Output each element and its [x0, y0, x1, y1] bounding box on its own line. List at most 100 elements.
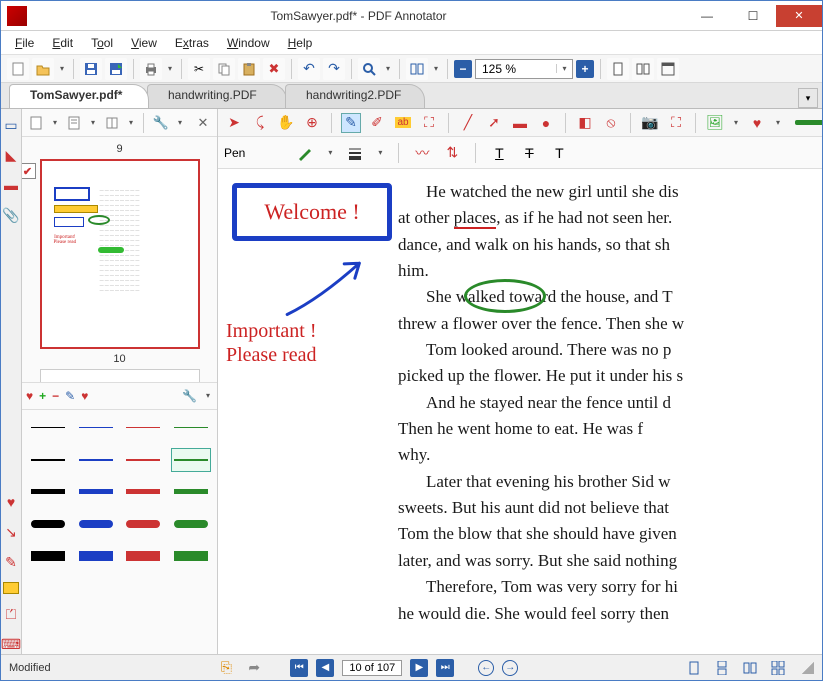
annotation-important-text[interactable]: Important ! Please read [226, 319, 317, 367]
pointer-tool[interactable]: ➤ [224, 113, 244, 133]
single-page-button[interactable] [607, 58, 629, 80]
marker-tool[interactable]: ✐ [367, 113, 387, 133]
pages-tab-icon[interactable]: ▭ [1, 115, 21, 135]
ellipse-tool[interactable]: ● [536, 113, 556, 133]
menu-help[interactable]: Help [280, 34, 321, 52]
minimize-button[interactable] [684, 5, 730, 27]
thumb-settings-dropdown[interactable]: ▾ [175, 118, 185, 127]
view-two-continuous-button[interactable] [768, 658, 788, 678]
text-underline[interactable]: T [489, 143, 509, 163]
nav-forward-button[interactable]: → [502, 660, 518, 676]
fav-settings-button[interactable]: 🔧 [182, 389, 197, 403]
thumbnails-area[interactable]: 9 ✔ Important!Please read — — — — — — — … [22, 137, 217, 382]
book-view-button[interactable] [102, 113, 122, 133]
maximize-button[interactable] [730, 5, 776, 27]
thumb-settings-button[interactable]: 🔧 [151, 113, 171, 133]
fav-med-green[interactable] [171, 448, 211, 472]
book-view-dropdown[interactable]: ▾ [126, 118, 136, 127]
tab-handwriting2[interactable]: handwriting2.PDF [285, 84, 425, 108]
menu-tool[interactable]: Tool [83, 34, 121, 52]
search-button[interactable] [358, 58, 380, 80]
undo-button[interactable]: ↶ [298, 58, 320, 80]
text-tool-icon[interactable]: ⌨ [1, 634, 21, 654]
fav-add-button[interactable]: + [39, 389, 46, 403]
delete-button[interactable]: ✖ [263, 58, 285, 80]
new-doc-button[interactable] [7, 58, 29, 80]
menu-edit[interactable]: Edit [44, 34, 81, 52]
rect-tool[interactable]: ▬ [510, 113, 530, 133]
tab-overflow-button[interactable]: ▾ [798, 88, 818, 108]
line-tool[interactable]: ╱ [458, 113, 478, 133]
prev-page-button[interactable]: ◀ [316, 659, 334, 677]
fav-med-red[interactable] [124, 448, 164, 472]
page-number-input[interactable] [342, 660, 402, 676]
favorites-heart-icon[interactable]: ♥ [1, 492, 21, 512]
page-view[interactable]: Welcome ! Important ! Please read He wat… [218, 169, 822, 654]
fullscreen-button[interactable] [657, 58, 679, 80]
fav-med-blue[interactable] [76, 448, 116, 472]
fav-thin-red[interactable] [124, 416, 164, 440]
redo-button[interactable]: ↷ [323, 58, 345, 80]
select-page-dropdown[interactable]: ▾ [50, 118, 60, 127]
view-continuous-button[interactable] [712, 658, 732, 678]
fav-settings-dropdown[interactable]: ▾ [203, 391, 213, 400]
fav-heart-icon[interactable]: ♥ [26, 389, 33, 403]
pen-width-button[interactable] [345, 143, 365, 163]
export-button[interactable]: ⎘ [216, 658, 236, 678]
image-tool[interactable]: 🖼 [705, 113, 725, 133]
straighten-tool[interactable]: ⇅ [442, 143, 462, 163]
erase-stroke-tool[interactable]: ⦸ [601, 113, 621, 133]
favorite-tool[interactable]: ♥ [747, 113, 767, 133]
pen-color-button[interactable] [295, 143, 315, 163]
fav-thin-black[interactable] [28, 416, 68, 440]
open-button[interactable] [32, 58, 54, 80]
annotation-circle[interactable] [464, 279, 546, 313]
arrow-tool[interactable]: ➚ [484, 113, 504, 133]
stamp-tool[interactable]: ⛶ [419, 113, 439, 133]
select-page-button[interactable] [26, 113, 46, 133]
fav-block-green[interactable] [171, 544, 211, 568]
first-page-button[interactable]: ⏮ [290, 659, 308, 677]
last-page-button[interactable]: ⏭ [436, 659, 454, 677]
annotation-welcome-box[interactable]: Welcome ! [232, 183, 392, 241]
pen-width-dropdown[interactable]: ▾ [375, 148, 385, 157]
page-thumbnail-10[interactable]: ✔ Important!Please read — — — — — — — ——… [40, 159, 200, 349]
menu-file[interactable]: File [7, 34, 42, 52]
fav-thick-green[interactable] [171, 480, 211, 504]
zoom-dropdown[interactable]: ▾ [556, 64, 572, 73]
highlight-tool-icon[interactable] [3, 582, 19, 594]
cut-button[interactable]: ✂ [188, 58, 210, 80]
paste-button[interactable] [238, 58, 260, 80]
insert-page-button[interactable] [64, 113, 84, 133]
fav-round-green[interactable] [171, 512, 211, 536]
close-button[interactable] [776, 5, 822, 27]
zoom-in-button[interactable]: + [576, 60, 594, 78]
curve-tool[interactable]: 〰 [412, 143, 432, 163]
save-button[interactable] [80, 58, 102, 80]
layout-dropdown[interactable]: ▾ [431, 64, 441, 73]
resize-grip[interactable] [802, 662, 814, 674]
fav-round-blue[interactable] [76, 512, 116, 536]
next-page-button[interactable]: ▶ [410, 659, 428, 677]
arrow-tool-icon[interactable]: ↘ [1, 522, 21, 542]
zoom-input[interactable] [476, 60, 556, 78]
fav-remove-button[interactable]: − [52, 389, 59, 403]
crop-tool[interactable]: ⛶ [666, 113, 686, 133]
pen-color-dropdown[interactable]: ▾ [325, 148, 335, 157]
view-two-button[interactable] [740, 658, 760, 678]
eraser-tool[interactable]: ◧ [575, 113, 595, 133]
annotations-tab-icon[interactable]: ▬ [1, 175, 21, 195]
text-highlight-tool[interactable]: ab [393, 113, 413, 133]
fav-block-black[interactable] [28, 544, 68, 568]
tab-handwriting[interactable]: handwriting.PDF [147, 84, 287, 108]
fav-thick-black[interactable] [28, 480, 68, 504]
fav-thin-green[interactable] [171, 416, 211, 440]
tab-tomsawyer[interactable]: TomSawyer.pdf* [9, 84, 149, 108]
print-button[interactable] [140, 58, 162, 80]
menu-window[interactable]: Window [219, 34, 278, 52]
zoom-out-button[interactable]: − [454, 60, 472, 78]
fav-edit-button[interactable]: ✎ [65, 389, 75, 403]
search-dropdown[interactable]: ▾ [383, 64, 393, 73]
fav-med-black[interactable] [28, 448, 68, 472]
image-dropdown[interactable]: ▾ [731, 118, 741, 127]
